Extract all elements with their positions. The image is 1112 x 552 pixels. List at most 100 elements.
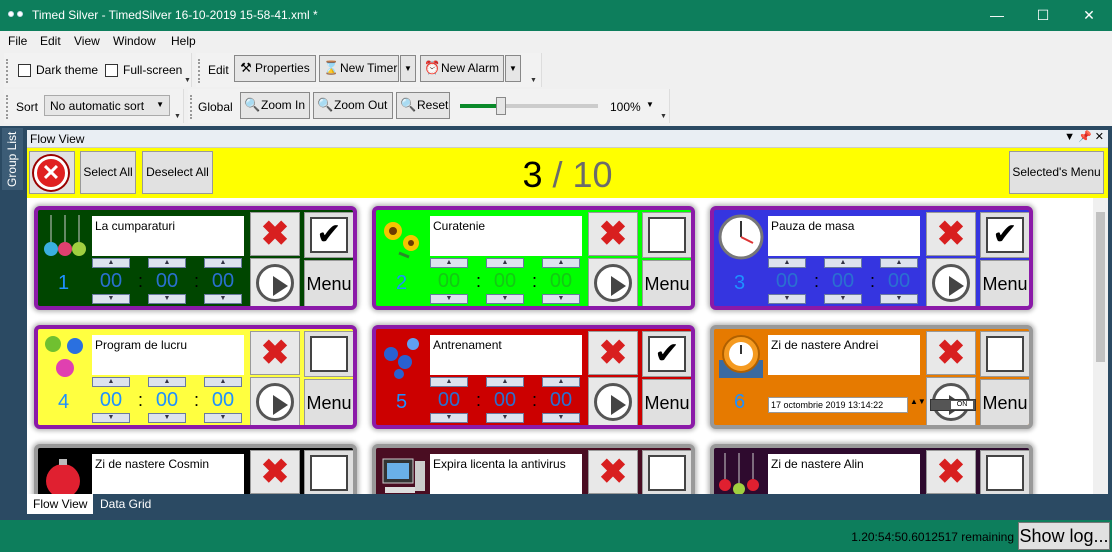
increment-button[interactable]: ▲	[824, 258, 862, 268]
time-digit[interactable]: 00	[147, 389, 187, 411]
zoom-slider[interactable]	[460, 97, 598, 115]
select-timer-checkbox[interactable]	[642, 450, 691, 494]
timer-card[interactable]: Program de lucru 4 ✖ Menu ▲ 00 ▼: ▲ 00 ▼: ▲ 00 ▼	[34, 325, 357, 429]
decrement-button[interactable]: ▼	[92, 294, 130, 304]
select-all-button[interactable]: Select All	[80, 151, 136, 194]
select-timer-checkbox[interactable]	[304, 450, 353, 494]
timer-name-field[interactable]: Zi de nastere Alin	[768, 454, 920, 494]
timer-menu-button[interactable]: Menu	[304, 260, 353, 306]
select-timer-checkbox[interactable]	[642, 212, 691, 258]
delete-timer-button[interactable]: ✖	[250, 212, 300, 256]
overflow-icon[interactable]: ▼	[660, 113, 667, 120]
timer-menu-button[interactable]: Menu	[642, 260, 691, 306]
increment-button[interactable]: ▲	[430, 258, 468, 268]
selected-menu-button[interactable]: Selected's Menu	[1009, 151, 1104, 194]
time-digit[interactable]: 00	[91, 389, 131, 411]
timer-card[interactable]: Curatenie 2 ✖ Menu ▲ 00 ▼: ▲ 00 ▼: ▲ 00 ▼	[372, 206, 695, 310]
zoom-slider-thumb[interactable]	[496, 97, 507, 115]
timer-name-field[interactable]: Zi de nastere Andrei	[768, 335, 920, 375]
decrement-button[interactable]: ▼	[824, 294, 862, 304]
time-digit[interactable]: 00	[147, 270, 187, 292]
show-log-button[interactable]: Show log...	[1018, 522, 1110, 550]
pin-icon[interactable]: 📌	[1078, 131, 1092, 143]
menu-edit[interactable]: Edit	[40, 34, 61, 48]
toolbar-grip[interactable]	[198, 59, 201, 83]
alarm-datetime-field[interactable]: 17 octombrie 2019 13:14:22	[768, 397, 908, 413]
time-digit[interactable]: 00	[879, 270, 919, 292]
timer-name-field[interactable]: Zi de nastere Cosmin	[92, 454, 244, 494]
pane-close-icon[interactable]: ✕	[1095, 131, 1104, 143]
decrement-button[interactable]: ▼	[768, 294, 806, 304]
decrement-button[interactable]: ▼	[204, 294, 242, 304]
timer-name-field[interactable]: Pauza de masa	[768, 216, 920, 256]
deselect-all-button[interactable]: Deselect All	[142, 151, 213, 194]
clear-selection-button[interactable]: ✕	[29, 151, 75, 194]
timer-menu-button[interactable]: Menu	[980, 260, 1029, 306]
timer-name-field[interactable]: Expira licenta la antivirus	[430, 454, 582, 494]
decrement-button[interactable]: ▼	[430, 413, 468, 423]
scrollbar-thumb[interactable]	[1096, 212, 1105, 362]
new-timer-dropdown[interactable]: ▼	[400, 55, 416, 82]
overflow-icon[interactable]: ▼	[530, 77, 537, 84]
overflow-icon[interactable]: ▼	[174, 113, 181, 120]
decrement-button[interactable]: ▼	[148, 413, 186, 423]
decrement-button[interactable]: ▼	[92, 413, 130, 423]
vertical-scrollbar[interactable]	[1093, 198, 1108, 494]
time-digit[interactable]: 00	[541, 389, 581, 411]
timer-card[interactable]: Pauza de masa 3 ✖ ✔ Menu ▲ 00 ▼: ▲ 00 ▼: ▲ 00 ▼	[710, 206, 1033, 310]
delete-timer-button[interactable]: ✖	[588, 331, 638, 375]
tab-data-grid[interactable]: Data Grid	[94, 494, 157, 514]
decrement-button[interactable]: ▼	[486, 413, 524, 423]
decrement-button[interactable]: ▼	[204, 413, 242, 423]
full-screen-checkbox[interactable]	[105, 64, 118, 77]
select-timer-checkbox[interactable]	[980, 331, 1029, 377]
increment-button[interactable]: ▲	[92, 377, 130, 387]
timer-menu-button[interactable]: Menu	[304, 379, 353, 425]
decrement-button[interactable]: ▼	[542, 294, 580, 304]
increment-button[interactable]: ▲	[768, 258, 806, 268]
reset-zoom-button[interactable]: 🔍 Reset	[396, 92, 450, 119]
close-button[interactable]: ✕	[1066, 0, 1112, 31]
increment-button[interactable]: ▲	[542, 258, 580, 268]
start-timer-button[interactable]	[588, 377, 638, 425]
toolbar-grip[interactable]	[6, 95, 9, 119]
pane-menu-icon[interactable]: ▼	[1064, 131, 1075, 143]
menu-window[interactable]: Window	[113, 34, 156, 48]
datetime-spinner-icon[interactable]: ▲▼	[910, 397, 926, 406]
start-timer-button[interactable]	[588, 258, 638, 306]
delete-timer-button[interactable]: ✖	[926, 331, 976, 375]
decrement-button[interactable]: ▼	[880, 294, 918, 304]
time-digit[interactable]: 00	[429, 270, 469, 292]
new-timer-button[interactable]: ⌛ New Timer	[319, 55, 399, 82]
minimize-button[interactable]: —	[974, 0, 1020, 31]
select-timer-checkbox[interactable]: ✔	[304, 212, 353, 258]
increment-button[interactable]: ▲	[148, 258, 186, 268]
select-timer-checkbox[interactable]	[980, 450, 1029, 494]
time-digit[interactable]: 00	[823, 270, 863, 292]
maximize-button[interactable]: ☐	[1020, 0, 1066, 31]
decrement-button[interactable]: ▼	[542, 413, 580, 423]
delete-timer-button[interactable]: ✖	[250, 331, 300, 375]
time-digit[interactable]: 00	[767, 270, 807, 292]
time-digit[interactable]: 00	[485, 270, 525, 292]
decrement-button[interactable]: ▼	[148, 294, 186, 304]
zoom-out-button[interactable]: 🔍 Zoom Out	[313, 92, 393, 119]
timer-card[interactable]: Expira licenta la antivirus8✖Menu▲00▼:▲0…	[372, 444, 695, 494]
timer-menu-button[interactable]: Menu	[980, 379, 1029, 425]
increment-button[interactable]: ▲	[542, 377, 580, 387]
zoom-percent[interactable]: 100%	[610, 100, 641, 114]
timer-card[interactable]: Zi de nastere Andrei 6 ✖ Menu 17 octombrie 2…	[710, 325, 1033, 429]
alarm-toggle[interactable]: ON	[930, 399, 976, 411]
toolbar-grip[interactable]	[6, 59, 9, 83]
menu-view[interactable]: View	[74, 34, 100, 48]
time-digit[interactable]: 00	[91, 270, 131, 292]
timer-card[interactable]: Zi de nastere Cosmin7✖Menu▲00▼:▲00▼:▲00▼	[34, 444, 357, 494]
time-digit[interactable]: 00	[203, 389, 243, 411]
increment-button[interactable]: ▲	[430, 377, 468, 387]
select-timer-checkbox[interactable]	[304, 331, 353, 377]
new-alarm-button[interactable]: ⏰ New Alarm	[420, 55, 504, 82]
tab-flow-view[interactable]: Flow View	[27, 494, 94, 514]
delete-timer-button[interactable]: ✖	[250, 450, 300, 494]
time-digit[interactable]: 00	[429, 389, 469, 411]
overflow-icon[interactable]: ▼	[184, 77, 191, 84]
